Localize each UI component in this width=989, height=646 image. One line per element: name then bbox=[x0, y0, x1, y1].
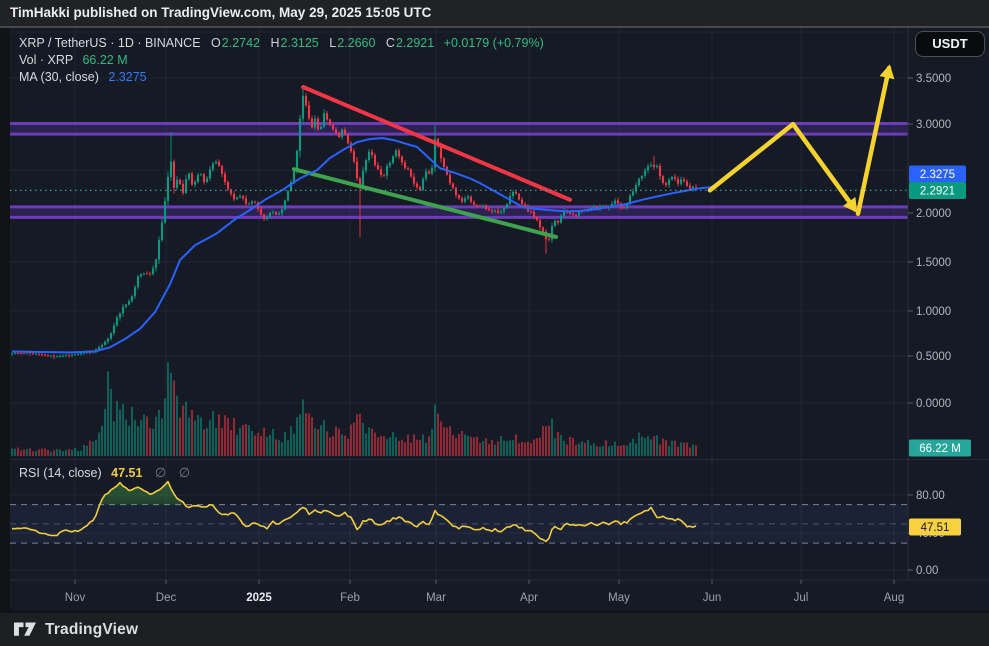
tradingview-logo-icon[interactable] bbox=[14, 622, 37, 637]
svg-text:2.3275: 2.3275 bbox=[920, 169, 955, 181]
svg-text:Apr: Apr bbox=[520, 592, 538, 604]
svg-text:Feb: Feb bbox=[340, 592, 360, 604]
svg-text:3.5000: 3.5000 bbox=[916, 73, 951, 85]
volume-value: 66.22 M bbox=[82, 53, 127, 67]
attribution-text: TimHakki published on TradingView.com, M… bbox=[0, 0, 431, 26]
open-value: 2.2742 bbox=[222, 36, 260, 50]
svg-text:Nov: Nov bbox=[65, 592, 86, 604]
high-label: H bbox=[270, 36, 279, 50]
empty-value-icon: ∅ bbox=[155, 465, 166, 480]
svg-text:1.5000: 1.5000 bbox=[916, 257, 951, 269]
svg-text:2025: 2025 bbox=[246, 592, 272, 604]
symbol-title[interactable]: XRP / TetherUS · 1D · BINANCE bbox=[19, 36, 201, 50]
close-label: C bbox=[386, 36, 395, 50]
footer-bar: TradingView bbox=[0, 613, 989, 646]
chart-widget[interactable]: 3.5000 3.0000 2.0000 1.5000 1.0000 0.5000 0.00… bbox=[10, 28, 989, 610]
svg-text:2.2921: 2.2921 bbox=[920, 186, 955, 198]
rsi-legend-row: RSI (14, close) 47.51 ∅ ∅ bbox=[19, 465, 190, 481]
close-value: 2.2921 bbox=[396, 36, 434, 50]
ma-label[interactable]: MA (30, close) bbox=[19, 70, 99, 84]
svg-text:2.0000: 2.0000 bbox=[916, 208, 951, 220]
currency-toggle-button[interactable]: USDT bbox=[915, 31, 985, 57]
price-axis[interactable]: 3.5000 3.0000 2.0000 1.5000 1.0000 0.5000 0.00… bbox=[908, 73, 951, 577]
svg-text:47.51: 47.51 bbox=[921, 522, 950, 534]
svg-text:0.00: 0.00 bbox=[916, 565, 938, 577]
svg-text:0.0000: 0.0000 bbox=[916, 398, 951, 410]
legend-volume-row: Vol · XRP 66.22 M bbox=[19, 52, 544, 69]
time-axis[interactable]: Nov Dec 2025 Feb Mar Apr May Jun Jul Aug bbox=[65, 580, 904, 604]
attribution-bar: TimHakki published on TradingView.com, M… bbox=[0, 0, 989, 28]
legend-pane: XRP / TetherUS · 1D · BINANCE O2.2742 H2… bbox=[19, 35, 544, 86]
svg-text:Jun: Jun bbox=[703, 592, 722, 604]
legend-ma-row: MA (30, close) 2.3275 bbox=[19, 69, 544, 86]
volume-label[interactable]: Vol · XRP bbox=[19, 53, 73, 67]
empty-value-icon: ∅ bbox=[179, 465, 190, 480]
ma-value: 2.3275 bbox=[108, 70, 146, 84]
rsi-label[interactable]: RSI (14, close) bbox=[19, 466, 102, 480]
page: TimHakki published on TradingView.com, M… bbox=[0, 0, 989, 646]
chart-canvas[interactable]: 3.5000 3.0000 2.0000 1.5000 1.0000 0.5000 0.00… bbox=[10, 28, 989, 610]
svg-text:Dec: Dec bbox=[156, 592, 177, 604]
svg-text:Aug: Aug bbox=[884, 592, 904, 604]
svg-text:66.22 M: 66.22 M bbox=[919, 443, 961, 455]
rsi-value: 47.51 bbox=[111, 466, 142, 480]
svg-text:0.5000: 0.5000 bbox=[916, 351, 951, 363]
svg-text:1.0000: 1.0000 bbox=[916, 306, 951, 318]
brand-text[interactable]: TradingView bbox=[45, 621, 138, 639]
legend-symbol-row: XRP / TetherUS · 1D · BINANCE O2.2742 H2… bbox=[19, 35, 544, 52]
forecast-arrows[interactable] bbox=[710, 68, 889, 214]
svg-text:Mar: Mar bbox=[426, 592, 446, 604]
low-value: 2.2660 bbox=[337, 36, 375, 50]
svg-text:Jul: Jul bbox=[794, 592, 809, 604]
low-label: L bbox=[329, 36, 336, 50]
svg-text:May: May bbox=[608, 592, 630, 604]
svg-text:3.0000: 3.0000 bbox=[916, 119, 951, 131]
high-value: 2.3125 bbox=[281, 36, 319, 50]
change-value: +0.0179 (+0.79%) bbox=[444, 36, 544, 50]
open-label: O bbox=[211, 36, 221, 50]
svg-text:80.00: 80.00 bbox=[916, 490, 945, 502]
volume-layer bbox=[11, 362, 697, 456]
